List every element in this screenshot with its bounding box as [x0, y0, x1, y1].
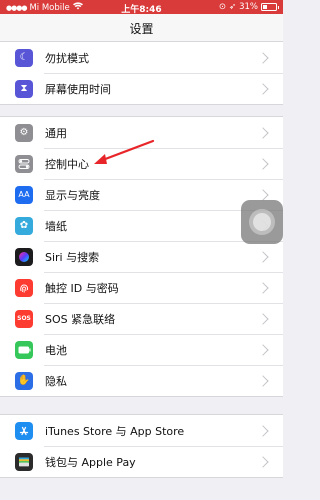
- settings-row-label: SOS 紧急联络: [45, 312, 116, 326]
- annotation-arrow-icon: [90, 138, 156, 172]
- settings-row-label: 触控 ID 与密码: [45, 281, 119, 295]
- settings-row-privacy[interactable]: ✋ 隐私: [0, 365, 283, 396]
- toggle-icon: [15, 154, 33, 173]
- status-bar: ●●●● Mi Mobile 上午8:46 ⊙ ➶ 31%: [0, 0, 283, 15]
- settings-row-do-not-disturb[interactable]: ☾ 勿扰模式: [0, 42, 283, 73]
- fingerprint-icon: [15, 278, 33, 297]
- chevron-right-icon: [257, 82, 269, 95]
- gear-icon: ⚙: [15, 123, 33, 142]
- settings-row-label: 钱包与 Apple Pay: [45, 455, 136, 469]
- settings-row-battery[interactable]: 电池: [0, 334, 283, 365]
- battery-percent: 31%: [239, 2, 258, 12]
- chevron-right-icon: [257, 157, 269, 170]
- settings-row-label: iTunes Store 与 App Store: [45, 424, 185, 438]
- settings-row-label: 隐私: [45, 374, 67, 388]
- settings-row-label: 屏幕使用时间: [45, 82, 111, 96]
- settings-row-wallet[interactable]: 钱包与 Apple Pay: [0, 446, 283, 477]
- moon-icon: ☾: [15, 48, 33, 67]
- chevron-right-icon: [257, 424, 269, 437]
- settings-row-touch-id[interactable]: 触控 ID 与密码: [0, 272, 283, 303]
- chevron-right-icon: [257, 343, 269, 356]
- assistive-touch-button[interactable]: [241, 200, 283, 244]
- settings-group-1: ☾ 勿扰模式 ⧗ 屏幕使用时间: [0, 41, 283, 105]
- wallet-icon: [15, 452, 33, 471]
- hand-icon: ✋: [15, 371, 33, 390]
- location-icon: ➶: [228, 2, 237, 12]
- chevron-right-icon: [257, 312, 269, 325]
- chevron-right-icon: [257, 455, 269, 468]
- flower-icon: ✿: [15, 216, 33, 235]
- settings-row-label: Siri 与搜索: [45, 250, 100, 264]
- siri-icon: [15, 247, 33, 266]
- settings-row-screen-time[interactable]: ⧗ 屏幕使用时间: [0, 73, 283, 104]
- app-store-icon: [15, 421, 33, 440]
- battery-icon: [15, 340, 33, 359]
- settings-row-app-store[interactable]: iTunes Store 与 App Store: [0, 415, 283, 446]
- settings-row-label: 电池: [45, 343, 67, 357]
- chevron-right-icon: [257, 188, 269, 201]
- aa-icon: AA: [15, 185, 33, 204]
- sos-icon: SOS: [15, 309, 33, 328]
- chevron-right-icon: [257, 250, 269, 263]
- chevron-right-icon: [257, 126, 269, 139]
- status-bar-right: ⊙ ➶ 31%: [218, 2, 279, 12]
- settings-group-3: iTunes Store 与 App Store 钱包与 Apple Pay: [0, 414, 283, 478]
- battery-icon: [261, 3, 279, 11]
- chevron-right-icon: [257, 281, 269, 294]
- hourglass-icon: ⧗: [15, 79, 33, 98]
- orientation-lock-icon: ⊙: [218, 2, 226, 12]
- settings-row-label: 勿扰模式: [45, 51, 89, 65]
- settings-row-label: 墙纸: [45, 219, 67, 233]
- settings-row-siri[interactable]: Siri 与搜索: [0, 241, 283, 272]
- settings-row-sos[interactable]: SOS SOS 紧急联络: [0, 303, 283, 334]
- chevron-right-icon: [257, 374, 269, 387]
- chevron-right-icon: [257, 51, 269, 64]
- settings-row-label: 显示与亮度: [45, 188, 100, 202]
